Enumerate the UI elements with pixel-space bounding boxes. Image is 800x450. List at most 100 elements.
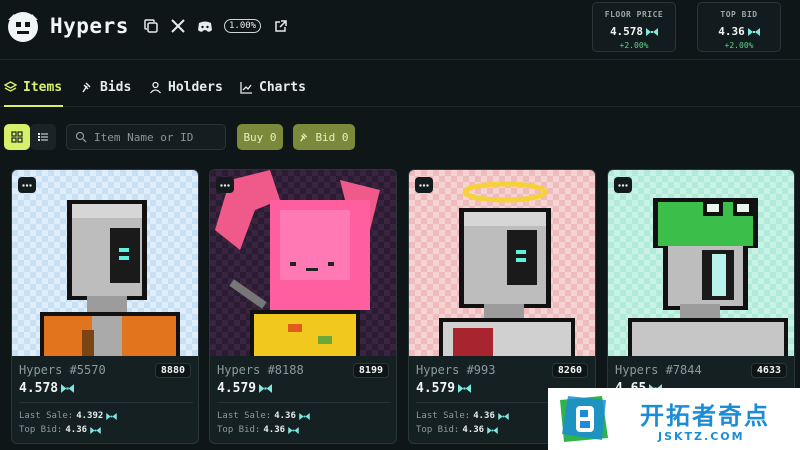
active-tab-indicator [4,105,63,107]
rank-badge: 8880 [154,363,191,378]
top-bid-stat: TOP BID 4.36 +2.00% [697,2,781,52]
hypers-logo-icon[interactable] [6,10,40,44]
nft-image[interactable] [409,170,595,356]
search-icon [75,131,87,143]
tab-items-label: Items [23,80,63,95]
top-bid-value: 4.36 [65,425,88,435]
top-bid-row: Top Bid: 4.36 [19,425,101,435]
nft-card[interactable]: Hypers #8188 8199 4.579 Last Sale: 4.36 … [209,169,397,444]
nft-image[interactable] [608,170,794,356]
card-name: Hypers #5570 [19,363,106,377]
watermark: 开拓者奇点 JSKTZ.COM [548,388,800,450]
last-sale-value: 4.36 [274,411,296,421]
card-name: Hypers #993 [416,363,496,377]
top-bid-value: 4.36 [718,25,745,38]
top-bid-row: Top Bid: 4.36 [416,425,498,435]
line-chart-icon [240,82,252,94]
buy-button[interactable]: Buy 0 [237,124,283,150]
floor-price-label: FLOOR PRICE [604,10,664,19]
divider [217,402,391,403]
tab-bids[interactable]: Bids [81,80,131,95]
floor-price-stat: FLOOR PRICE 4.578 +2.00% [592,2,676,52]
tab-charts-label: Charts [259,80,306,95]
tab-charts[interactable]: Charts [240,80,306,95]
gavel-icon [82,82,91,93]
nft-image[interactable] [210,170,396,356]
nft-image[interactable] [12,170,198,356]
external-link-icon[interactable] [272,18,288,34]
card-price-row: 4.578 [19,381,75,396]
rank-badge: 8260 [551,363,588,378]
header: Hypers 1.00% FLOOR PRICE 4.578 +2.00% TO… [0,0,800,60]
layers-icon [4,81,17,92]
bowtie-currency-icon [458,384,472,393]
top-bid-label: TOP BID [720,10,758,19]
grid-icon [11,131,23,143]
last-sale-label: Last Sale: [19,411,74,421]
card-name: Hypers #8188 [217,363,304,377]
tab-holders-label: Holders [168,80,223,95]
rank-badge: 4633 [750,363,787,378]
royalty-badge: 1.00% [224,19,262,33]
bowtie-currency-icon [498,412,509,420]
top-bid-label: Top Bid: [19,425,63,435]
top-bid-row: Top Bid: 4.36 [217,425,299,435]
bowtie-currency-icon [487,426,498,434]
top-bid-value: 4.36 [462,425,485,435]
tab-items[interactable]: Items [4,80,62,95]
top-bid-label: Top Bid: [217,425,261,435]
bowtie-currency-icon [61,384,75,393]
card-price-row: 4.579 [416,381,472,396]
ellipsis-icon [220,183,230,187]
floor-price-value-row: 4.578 [593,25,675,38]
more-options-button[interactable] [415,177,433,193]
bowtie-currency-icon [646,27,659,36]
list-icon [38,133,48,141]
top-bid-value: 4.36 [263,425,286,435]
top-bid-value-row: 4.36 [698,25,780,38]
bowtie-currency-icon [90,426,101,434]
more-options-button[interactable] [614,177,632,193]
bowtie-currency-icon [106,412,118,420]
bid-button[interactable]: Bid 0 [293,124,355,150]
last-sale-value: 4.392 [76,411,104,421]
more-options-button[interactable] [18,177,36,193]
last-sale-value: 4.36 [473,411,495,421]
bid-button-label: Bid 0 [315,130,349,144]
copy-icon[interactable] [143,18,159,34]
collection-title: Hypers [50,14,129,38]
gavel-icon [300,132,308,142]
search-input[interactable] [94,130,224,144]
nft-card[interactable]: Hypers #5570 8880 4.578 Last Sale: 4.392… [11,169,199,444]
card-price: 4.578 [19,381,59,396]
bowtie-currency-icon [299,412,310,420]
grid-view-button[interactable] [4,124,30,150]
bowtie-currency-icon [747,27,760,36]
card-name: Hypers #7844 [615,363,702,377]
bowtie-currency-icon [259,384,273,393]
ellipsis-icon [618,183,628,187]
divider [19,402,193,403]
watermark-url: JSKTZ.COM [658,430,745,443]
list-view-button[interactable] [30,124,56,150]
top-bid-change: +2.00% [724,41,754,50]
more-options-button[interactable] [216,177,234,193]
discord-icon[interactable] [197,18,213,34]
last-sale-row: Last Sale: 4.36 [416,411,509,421]
bowtie-currency-icon [288,426,299,434]
card-price-row: 4.579 [217,381,273,396]
user-icon [150,81,161,94]
x-twitter-icon[interactable] [170,18,186,34]
floor-price-value: 4.578 [609,25,644,38]
card-price: 4.579 [416,381,456,396]
tab-holders[interactable]: Holders [149,80,223,95]
buy-button-label: Buy 0 [243,130,277,144]
rank-badge: 8199 [352,363,389,378]
last-sale-label: Last Sale: [416,411,471,421]
watermark-text: 开拓者奇点 [640,402,770,430]
header-links: 1.00% [143,18,288,34]
watermark-logo-icon [560,396,608,442]
tab-bids-label: Bids [100,80,132,95]
floor-price-change: +2.00% [619,41,649,50]
tab-bar: Items Bids Holders Charts [0,60,800,107]
